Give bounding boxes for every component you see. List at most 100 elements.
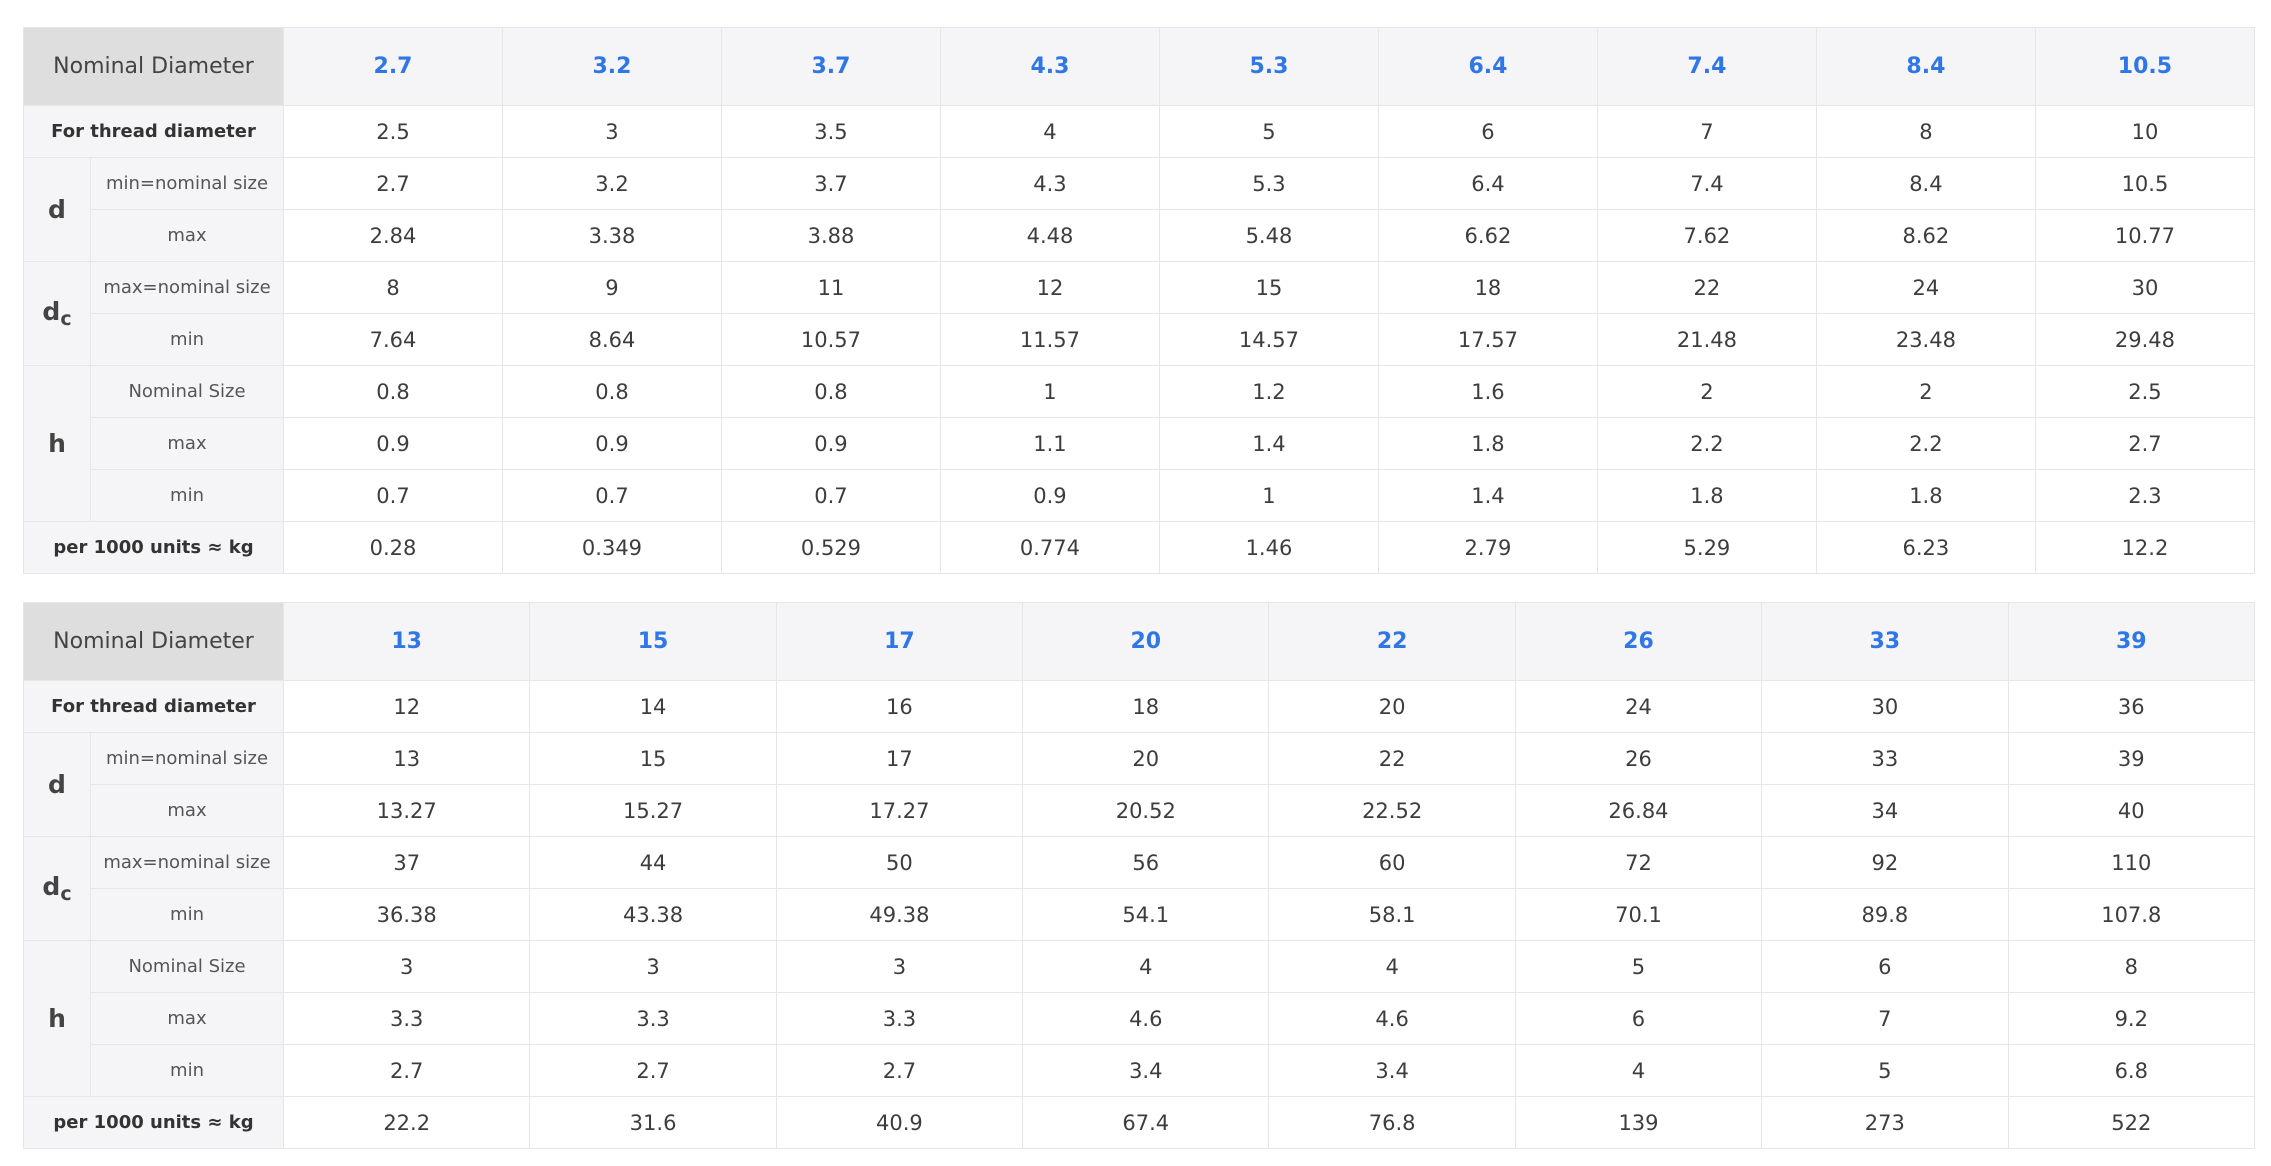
dc-min-cell: 58.1 — [1268, 888, 1516, 941]
nominal-diameter-label: Nominal Diameter — [22, 27, 285, 106]
thread-diameter-cell: 12 — [283, 680, 531, 733]
d-min-cell: 20 — [1022, 732, 1270, 785]
h-min-cell: 1.8 — [1815, 469, 2036, 522]
h-min-cell: 0.9 — [939, 469, 1160, 522]
h-min-cell: 0.7 — [720, 469, 941, 522]
dc-min-cell: 8.64 — [502, 313, 722, 366]
h-min-cell: 1.8 — [1596, 469, 1817, 522]
thread-diameter-cell: 4 — [939, 105, 1160, 158]
dc-min-row: min 7.64 8.64 10.57 11.57 14.57 17.57 21.48 23.4… — [24, 313, 2256, 366]
thread-diameter-cell: 24 — [1514, 680, 1763, 733]
d-min-label: min=nominal size — [89, 157, 285, 210]
d-min-row: d min=nominal size 2.7 3.2 3.7 4.3 5.3 6.4 7.4 8.… — [23, 157, 2256, 262]
dc-max-label: max=nominal size — [89, 836, 285, 889]
thread-diameter-cell: 8 — [1815, 105, 2036, 158]
weight-cell: 0.349 — [502, 521, 722, 574]
h-max-cell: 0.9 — [283, 417, 503, 470]
dc-max-cell: 44 — [529, 836, 777, 889]
thread-diameter-row: For thread diameter 12 14 16 18 20 24 30 36 — [22, 680, 2256, 733]
h-max-label: max — [89, 417, 285, 470]
h-max-cell: 0.9 — [720, 417, 941, 470]
h-nominal-label: Nominal Size — [89, 940, 285, 993]
d-max-cell: 15.27 — [529, 784, 777, 837]
dc-max-cell: 8 — [283, 261, 503, 314]
thread-diameter-cell: 14 — [529, 680, 777, 733]
dc-min-cell: 21.48 — [1596, 313, 1817, 366]
nominal-diameter-value: 2.7 — [283, 27, 503, 106]
weight-cell: 0.774 — [939, 521, 1160, 574]
weight-cell: 76.8 — [1268, 1096, 1516, 1149]
nominal-diameter-value: 15 — [529, 602, 777, 681]
dc-min-cell: 54.1 — [1022, 888, 1270, 941]
weight-cell: 0.529 — [720, 521, 941, 574]
dc-max-cell: 18 — [1377, 261, 1598, 314]
h-nominal-cell: 1.2 — [1158, 365, 1379, 418]
spec-table-2: Nominal Diameter 13 15 17 20 22 26 33 39 For thre… — [22, 602, 2256, 1149]
dc-max-cell: 12 — [939, 261, 1160, 314]
thread-diameter-cell: 5 — [1158, 105, 1379, 158]
d-min-cell: 15 — [529, 732, 777, 785]
h-max-cell: 2.2 — [1596, 417, 1817, 470]
nominal-diameter-value: 26 — [1514, 602, 1763, 681]
d-min-cell: 39 — [2007, 732, 2256, 785]
h-min-label: min — [89, 469, 285, 522]
thread-diameter-cell: 30 — [1761, 680, 2009, 733]
dc-max-cell: 110 — [2007, 836, 2256, 889]
dc-min-label: min — [89, 313, 285, 366]
d-max-row: max 2.84 3.38 3.88 4.48 5.48 6.62 7.62 8.62 10.77 — [24, 209, 2256, 262]
nominal-diameter-value: 33 — [1761, 602, 2009, 681]
h-max-cell: 2.2 — [1815, 417, 2036, 470]
nominal-diameter-value: 4.3 — [939, 27, 1160, 106]
header-row: Nominal Diameter 2.7 3.2 3.7 4.3 5.3 6.4 7.4 8.4… — [22, 27, 2256, 106]
d-max-cell: 3.38 — [502, 209, 722, 262]
weight-cell: 40.9 — [775, 1096, 1024, 1149]
h-nominal-cell: 3 — [529, 940, 777, 993]
h-min-cell: 2.7 — [775, 1044, 1024, 1097]
spec-table-1: Nominal Diameter 2.7 3.2 3.7 4.3 5.3 6.4 7.4 8.4… — [22, 27, 2256, 574]
h-group-label: h — [23, 940, 91, 1097]
d-max-cell: 5.48 — [1158, 209, 1379, 262]
h-max-cell: 2.7 — [2034, 417, 2256, 470]
weight-label: per 1000 units ≈ kg — [22, 1096, 285, 1149]
nominal-diameter-value: 22 — [1268, 602, 1516, 681]
thread-diameter-cell: 3.5 — [720, 105, 941, 158]
nominal-diameter-value: 3.2 — [502, 27, 722, 106]
h-nominal-cell: 3 — [775, 940, 1024, 993]
h-nominal-cell: 5 — [1514, 940, 1763, 993]
thread-diameter-cell: 10 — [2034, 105, 2256, 158]
dc-min-cell: 36.38 — [283, 888, 531, 941]
dc-max-cell: 50 — [775, 836, 1024, 889]
dc-max-row: dc max=nominal size 8 9 11 12 15 18 22 24 30 — [23, 261, 2256, 366]
d-min-cell: 13 — [283, 732, 531, 785]
weight-row: per 1000 units ≈ kg 22.2 31.6 40.9 67.4 76.8 1… — [22, 1096, 2256, 1149]
d-min-cell: 26 — [1514, 732, 1763, 785]
d-min-cell: 2.7 — [283, 157, 503, 210]
h-nominal-cell: 3 — [283, 940, 531, 993]
nominal-diameter-label: Nominal Diameter — [22, 602, 285, 681]
h-min-cell: 2.3 — [2034, 469, 2256, 522]
h-nominal-cell: 2 — [1596, 365, 1817, 418]
weight-cell: 1.46 — [1158, 521, 1379, 574]
d-max-cell: 7.62 — [1596, 209, 1817, 262]
h-min-row: min 0.7 0.7 0.7 0.9 1 1.4 1.8 1.8 2.3 — [24, 469, 2256, 522]
h-nominal-cell: 2.5 — [2034, 365, 2256, 418]
dc-max-row: dc max=nominal size 37 44 50 56 60 72 92 110 — [23, 836, 2256, 941]
d-min-cell: 8.4 — [1815, 157, 2036, 210]
nominal-diameter-value: 10.5 — [2034, 27, 2256, 106]
dc-max-cell: 22 — [1596, 261, 1817, 314]
dc-max-cell: 11 — [720, 261, 941, 314]
d-min-row: d min=nominal size 13 15 17 20 22 26 33 39 — [23, 732, 2256, 837]
dc-max-cell: 72 — [1514, 836, 1763, 889]
h-nominal-cell: 1 — [939, 365, 1160, 418]
dc-max-cell: 37 — [283, 836, 531, 889]
h-max-cell: 4.6 — [1022, 992, 1270, 1045]
h-min-cell: 2.7 — [529, 1044, 777, 1097]
d-min-cell: 4.3 — [939, 157, 1160, 210]
thread-diameter-cell: 3 — [502, 105, 722, 158]
d-min-cell: 22 — [1268, 732, 1516, 785]
nominal-diameter-value: 17 — [775, 602, 1024, 681]
thread-diameter-cell: 36 — [2007, 680, 2256, 733]
dc-min-label: min — [89, 888, 285, 941]
d-max-row: max 13.27 15.27 17.27 20.52 22.52 26.84 34 40 — [24, 784, 2256, 837]
dc-max-cell: 30 — [2034, 261, 2256, 314]
